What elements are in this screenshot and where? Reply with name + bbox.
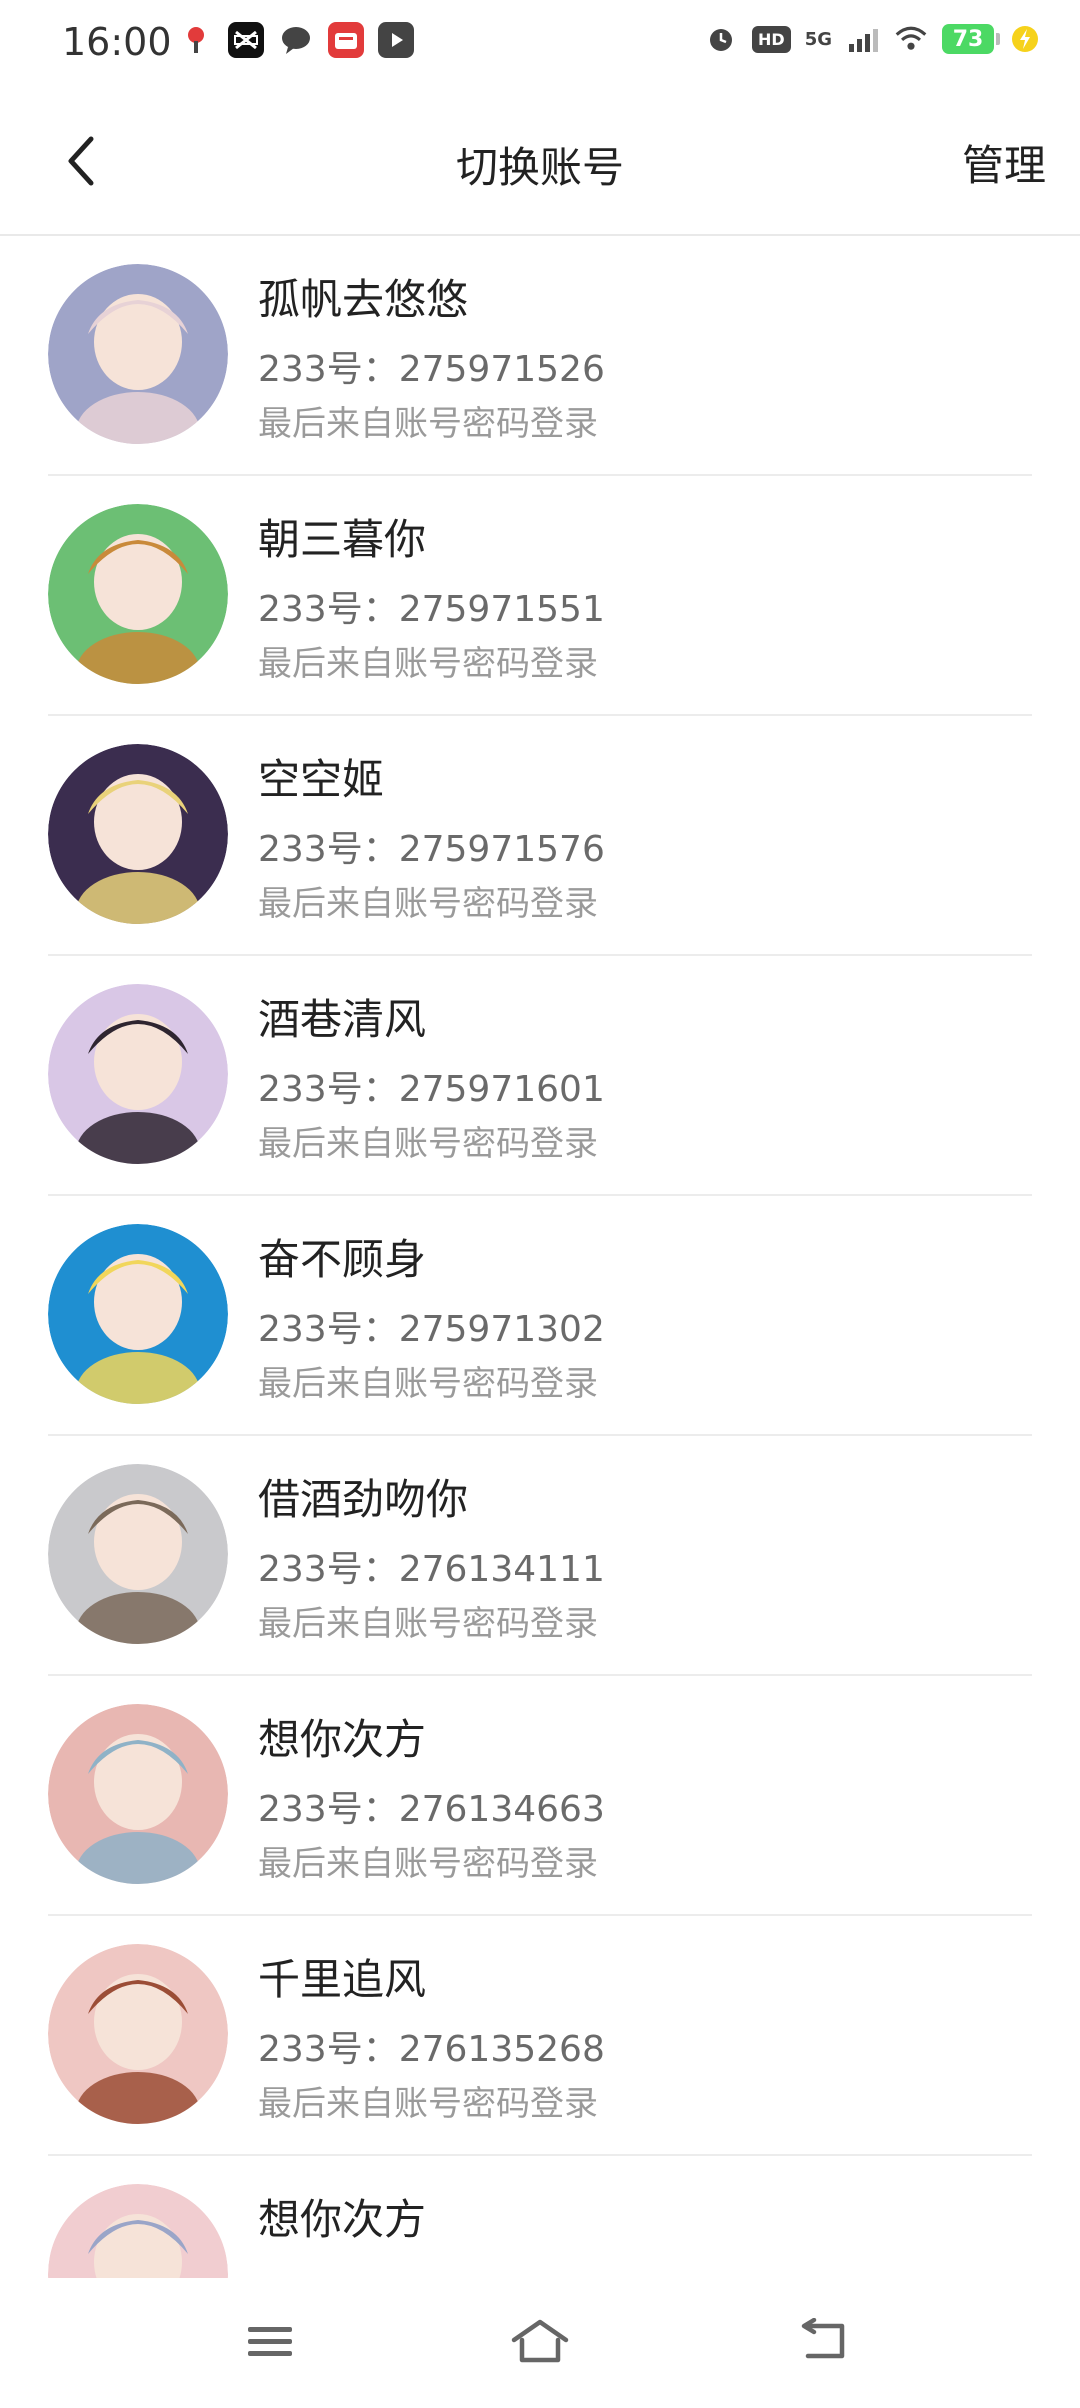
app-header: 切换账号 管理 — [0, 90, 1080, 236]
last-login-info: 最后来自账号密码登录 — [258, 644, 598, 684]
wifi-icon — [894, 22, 928, 56]
account-item[interactable]: 朝三暮你 233号：275971551 最后来自账号密码登录 — [48, 476, 1032, 716]
last-login-info: 最后来自账号密码登录 — [258, 1604, 598, 1644]
signal-icon — [846, 22, 880, 56]
avatar — [48, 1704, 228, 1884]
account-item[interactable]: 奋不顾身 233号：275971302 最后来自账号密码登录 — [48, 1196, 1032, 1436]
account-item[interactable]: 孤帆去悠悠 233号：275971526 最后来自账号密码登录 — [48, 236, 1032, 476]
status-right: HD 5G 73 — [704, 22, 1042, 56]
home-button[interactable] — [500, 2306, 580, 2376]
menu-button[interactable] — [230, 2306, 310, 2376]
avatar — [48, 2184, 228, 2278]
last-login-info: 最后来自账号密码登录 — [258, 2084, 598, 2124]
account-name: 奋不顾身 — [258, 1235, 427, 1284]
account-item[interactable]: 借酒劲吻你 233号：276134111 最后来自账号密码登录 — [48, 1436, 1032, 1676]
account-name: 想你次方 — [258, 2195, 427, 2244]
last-login-info: 最后来自账号密码登录 — [258, 884, 598, 924]
account-item[interactable]: 千里追风 233号：276135268 最后来自账号密码登录 — [48, 1916, 1032, 2156]
account-name: 孤帆去悠悠 — [258, 275, 469, 324]
home-icon — [511, 2319, 569, 2363]
chat-bubble-icon — [278, 22, 314, 58]
account-name: 酒巷清风 — [258, 995, 427, 1044]
last-login-info: 最后来自账号密码登录 — [258, 404, 598, 444]
account-id: 233号：275971576 — [258, 829, 605, 870]
network-label: 5G — [804, 28, 832, 50]
account-name: 千里追风 — [258, 1955, 427, 2004]
account-id: 233号：275971551 — [258, 589, 605, 630]
account-name: 朝三暮你 — [258, 515, 427, 564]
video-icon — [378, 22, 414, 58]
charging-icon — [1008, 22, 1042, 56]
status-app-icons — [178, 22, 414, 58]
map-pin-icon — [178, 22, 214, 58]
account-item[interactable]: 酒巷清风 233号：275971601 最后来自账号密码登录 — [48, 956, 1032, 1196]
account-id: 233号：276134111 — [258, 1549, 605, 1590]
account-item[interactable]: 想你次方 — [48, 2156, 1032, 2278]
avatar — [48, 744, 228, 924]
last-login-info: 最后来自账号密码登录 — [258, 1364, 598, 1404]
avatar — [48, 984, 228, 1164]
menu-icon — [248, 2327, 292, 2356]
account-id: 233号：276135268 — [258, 2029, 605, 2070]
avatar — [48, 1944, 228, 2124]
account-item[interactable]: 空空姬 233号：275971576 最后来自账号密码登录 — [48, 716, 1032, 956]
account-id: 233号：276134663 — [258, 1789, 605, 1830]
last-login-info: 最后来自账号密码登录 — [258, 1844, 598, 1884]
back-arrow-icon — [801, 2318, 845, 2359]
avatar — [48, 1224, 228, 1404]
status-bar: 16:00 HD 5G 73 — [0, 0, 1080, 90]
capcut-icon — [228, 22, 264, 58]
hd-badge: HD — [752, 25, 791, 53]
account-name: 空空姬 — [258, 755, 385, 804]
account-id: 233号：275971601 — [258, 1069, 605, 1110]
status-time: 16:00 — [62, 20, 172, 64]
account-name: 借酒劲吻你 — [258, 1475, 469, 1524]
avatar — [48, 1464, 228, 1644]
back-nav-button[interactable] — [784, 2306, 864, 2376]
alarm-icon — [704, 22, 738, 56]
last-login-info: 最后来自账号密码登录 — [258, 1124, 598, 1164]
account-item[interactable]: 想你次方 233号：276134663 最后来自账号密码登录 — [48, 1676, 1032, 1916]
shop-icon — [328, 22, 364, 58]
avatar — [48, 264, 228, 444]
account-list: 孤帆去悠悠 233号：275971526 最后来自账号密码登录 朝三暮你 233号：27… — [0, 236, 1080, 2278]
account-name: 想你次方 — [258, 1715, 427, 1764]
account-id: 233号：275971302 — [258, 1309, 605, 1350]
avatar — [48, 504, 228, 684]
battery-indicator: 73 — [942, 24, 1000, 54]
manage-button[interactable]: 管理 — [962, 132, 1046, 193]
account-id: 233号：275971526 — [258, 349, 605, 390]
page-title: 切换账号 — [455, 143, 624, 192]
system-nav-bar — [0, 2278, 1080, 2408]
